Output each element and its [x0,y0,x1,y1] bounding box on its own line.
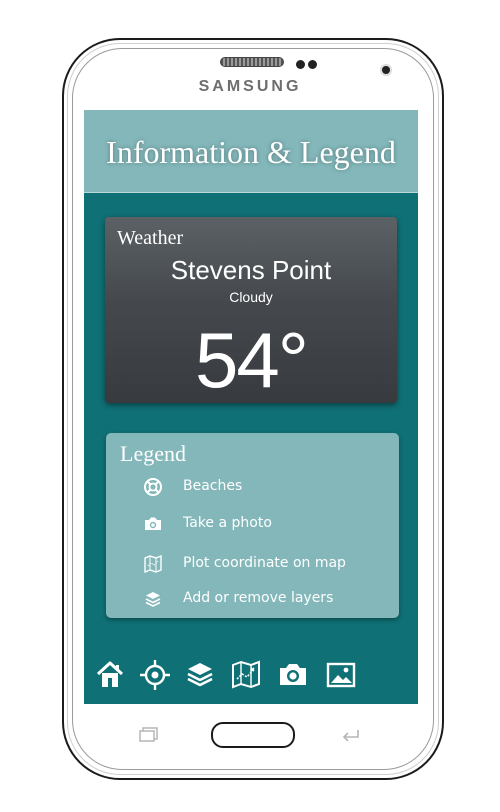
legend-item-label: Add or remove layers [183,590,334,606]
crosshair-icon[interactable] [138,658,172,692]
home-icon[interactable] [93,658,127,692]
legend-item-photo: Take a photo [142,513,392,535]
image-icon[interactable] [324,658,358,692]
back-key[interactable] [340,726,362,742]
legend-item-plot: Plot coordinate on map [142,553,392,575]
legend-item-label: Take a photo [183,515,272,531]
proximity-sensor [296,60,305,69]
layers-icon [145,592,161,607]
weather-temperature: 54° [195,316,309,403]
bottom-toolbar [84,658,418,698]
map-icon [144,554,162,574]
weather-city: Stevens Point [170,255,332,285]
brand-logo: SAMSUNG [198,78,302,95]
legend-item-label: Plot coordinate on map [183,555,346,571]
legend-item-label: Beaches [183,478,243,494]
legend-item-layers: Add or remove layers [142,588,392,610]
front-camera [382,66,390,74]
weather-condition: Cloudy [229,289,273,305]
earpiece-speaker [220,57,284,67]
home-key[interactable] [211,722,295,748]
lifebuoy-icon [144,478,162,496]
legend-title: Legend [120,441,186,466]
camera-icon [145,517,161,530]
light-sensor [308,60,317,69]
app-header: Information & Legend [84,110,418,193]
layers-icon[interactable] [183,658,217,692]
map-icon[interactable] [229,658,263,692]
page-title: Information & Legend [106,134,396,170]
recent-apps-key[interactable] [138,726,160,742]
legend-item-beaches: Beaches [142,476,392,498]
legend-card: Legend Beaches Take a photo Plot coordin… [106,433,399,618]
weather-card[interactable]: Weather Stevens Point Cloudy 54° [105,217,397,403]
app-screen: Information & Legend Weather Stevens Poi… [84,110,418,704]
camera-icon[interactable] [276,658,310,692]
weather-card-title: Weather [117,227,184,249]
